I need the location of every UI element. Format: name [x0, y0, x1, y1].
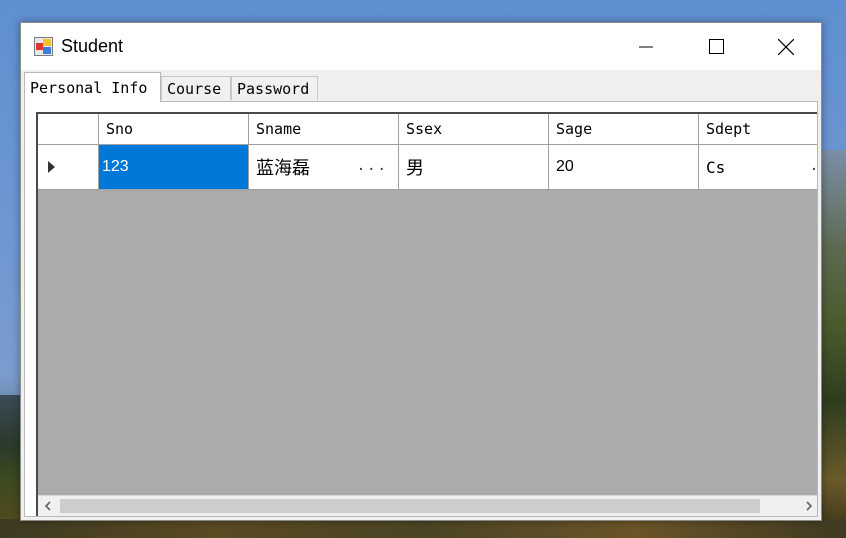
desktop-background-bottom [0, 519, 846, 538]
tab-password[interactable]: Password [231, 76, 318, 100]
app-icon [34, 37, 53, 56]
tab-personal-info[interactable]: Personal Info [24, 72, 161, 102]
chevron-left-icon [44, 501, 51, 511]
column-label: Sno [106, 120, 134, 138]
column-header-sdept[interactable]: Sdept [699, 114, 817, 144]
column-header-sage[interactable]: Sage [549, 114, 699, 144]
overflow-ellipsis: ... [356, 158, 388, 174]
cell-ssex[interactable]: 男 [399, 145, 549, 189]
cell-value: 20 [556, 158, 574, 175]
column-label: Ssex [406, 120, 443, 138]
tab-strip: Personal Info Course Password [21, 72, 821, 102]
cell-sname[interactable]: 蓝海磊 ... [249, 145, 399, 189]
cell-sage[interactable]: 20 [549, 145, 699, 189]
column-header-sno[interactable]: Sno [99, 114, 249, 144]
scroll-right-button[interactable] [799, 496, 817, 516]
desktop-background-right [819, 150, 846, 538]
minimize-button[interactable] [611, 23, 681, 70]
tab-label: Course [167, 79, 222, 98]
tab-label: Password [237, 79, 310, 98]
scroll-thumb[interactable] [60, 499, 760, 513]
close-button[interactable] [751, 23, 821, 70]
horizontal-scrollbar[interactable] [38, 495, 817, 516]
desktop-background-left [0, 395, 22, 538]
column-header-ssex[interactable]: Ssex [399, 114, 549, 144]
close-icon [778, 38, 794, 55]
overflow-ellipsis: . [810, 158, 817, 174]
row-pointer-icon [48, 161, 55, 173]
cell-value: 男 [406, 158, 424, 179]
student-window: Student Personal Info Course Password Sn… [20, 22, 822, 521]
minimize-icon [639, 46, 653, 47]
maximize-button[interactable] [681, 23, 751, 70]
row-header[interactable] [38, 145, 99, 189]
chevron-right-icon [806, 501, 813, 511]
cell-value: 123 [102, 158, 129, 175]
personal-info-tab-page: Sno Sname Ssex Sage Sdept 123 蓝海磊 ... 男 … [24, 101, 818, 517]
tab-course[interactable]: Course [161, 76, 231, 100]
cell-value: 蓝海磊 [256, 158, 310, 179]
grid-header-row: Sno Sname Ssex Sage Sdept [38, 114, 817, 145]
cell-sdept[interactable]: Cs . [699, 145, 817, 189]
table-row[interactable]: 123 蓝海磊 ... 男 20 Cs . [38, 145, 817, 190]
title-bar[interactable]: Student [21, 23, 821, 70]
scroll-left-button[interactable] [38, 496, 58, 516]
column-label: Sage [556, 120, 593, 138]
cell-value: Cs [706, 157, 726, 177]
row-header-corner[interactable] [38, 114, 99, 144]
column-label: Sname [256, 120, 302, 138]
cell-sno[interactable]: 123 [99, 145, 249, 189]
maximize-icon [708, 39, 724, 54]
student-data-grid[interactable]: Sno Sname Ssex Sage Sdept 123 蓝海磊 ... 男 … [36, 112, 817, 516]
column-header-sname[interactable]: Sname [249, 114, 399, 144]
window-title: Student [61, 36, 124, 56]
column-label: Sdept [706, 120, 752, 138]
tab-label: Personal Info [30, 78, 148, 97]
